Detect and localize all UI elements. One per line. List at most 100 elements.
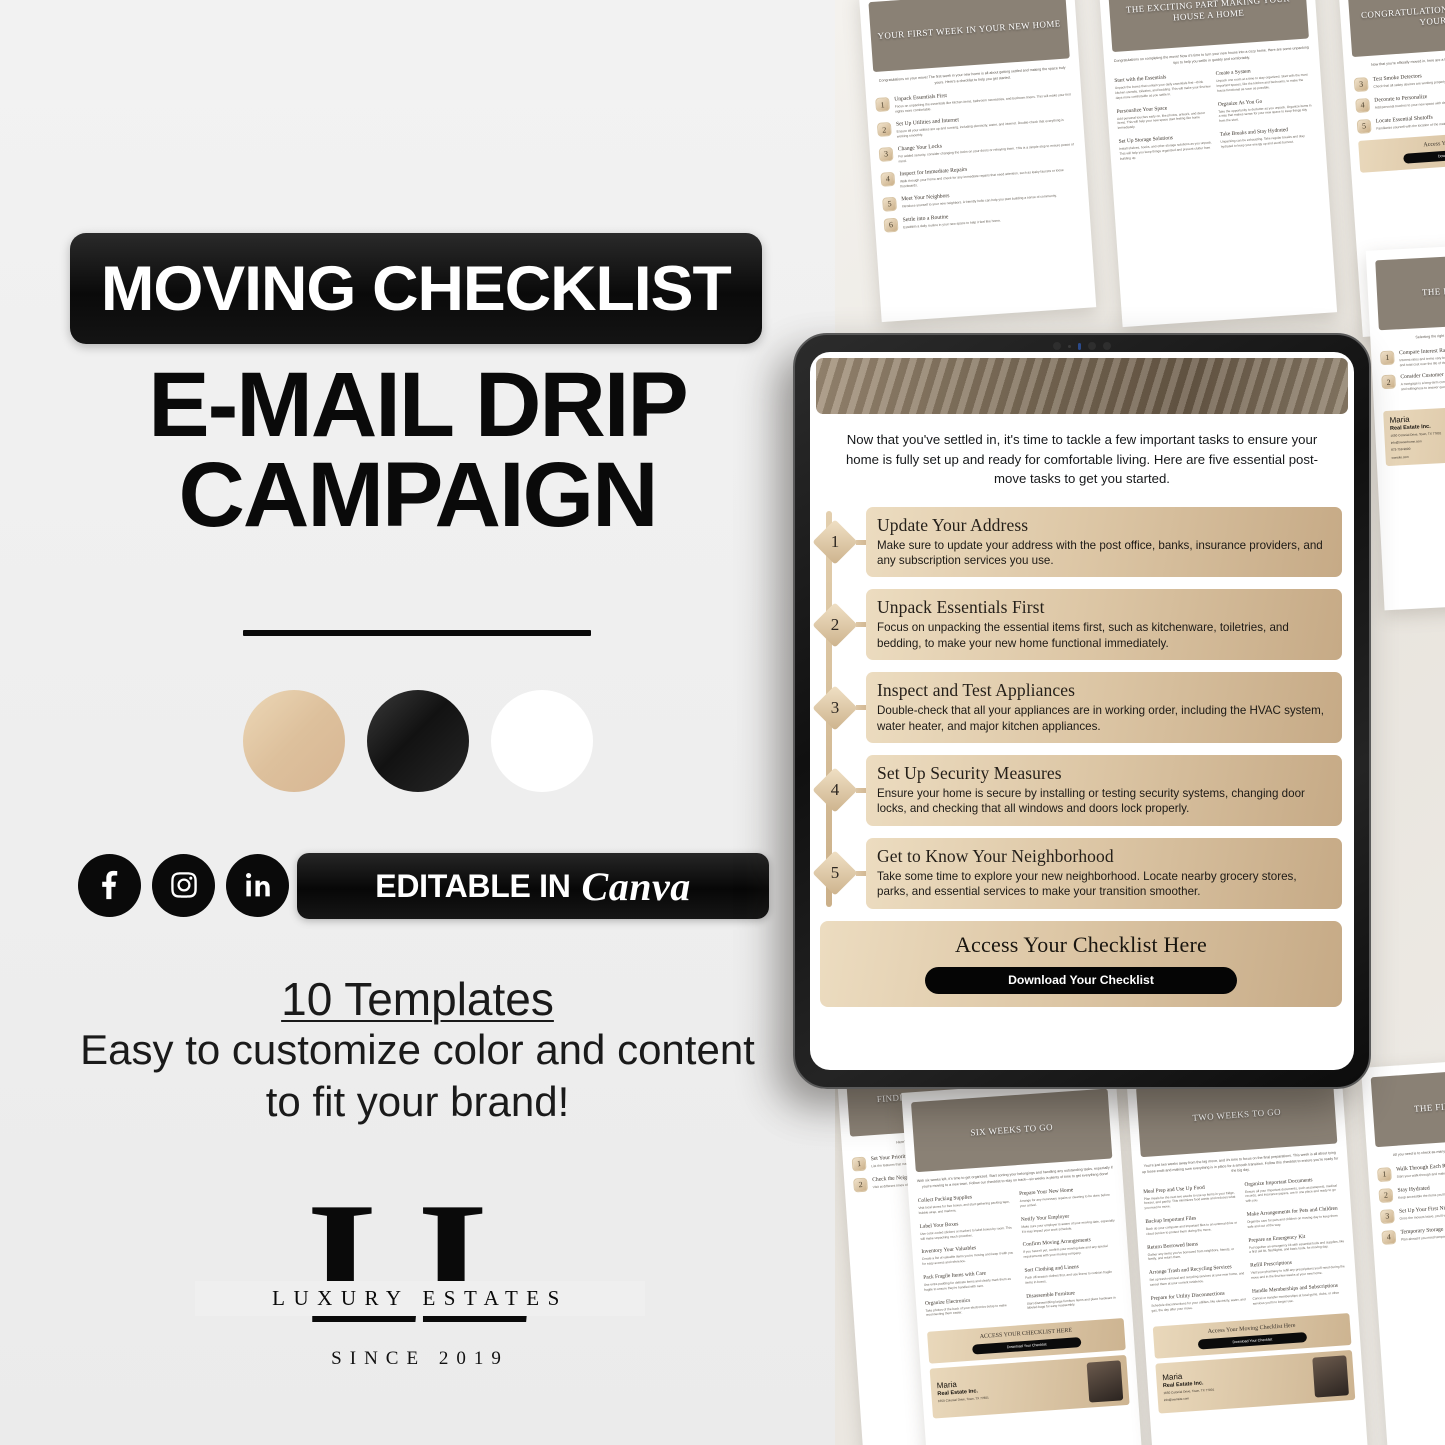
tablet-mockup: Now that you've settled in, it's time to…: [793, 333, 1371, 1089]
step-number: 2: [830, 614, 840, 634]
sheet-cell: Create a System Unpack one room at a time…: [1216, 64, 1313, 93]
sheet-row-number: 4: [880, 171, 896, 187]
sheet-cell: Take Breaks and Stay Hydrated Unpacking c…: [1220, 125, 1316, 149]
tablet-camera-array: [1053, 342, 1111, 350]
social-icons: [78, 852, 289, 918]
checklist-item: 2 Unpack Essentials First Focus on unpac…: [812, 589, 1342, 661]
sheet-row-number: 1: [1379, 350, 1395, 365]
step-number-diamond: 4: [812, 767, 858, 814]
sheet-cell: Refill Prescriptions Visit your pharmacy …: [1250, 1256, 1346, 1280]
step-number: 4: [830, 780, 840, 800]
linkedin-icon[interactable]: [226, 853, 289, 917]
facebook-icon[interactable]: [78, 853, 141, 917]
email-cta-title: Access Your Checklist Here: [954, 931, 1208, 957]
sheet-row-number: 3: [1353, 76, 1369, 92]
sheet-cta-button[interactable]: Download Your Checklist: [971, 1337, 1082, 1355]
sheet-columns: Collect Packing Supplies Visit local stor…: [918, 1184, 1123, 1325]
sheet-hero-title: YOUR FIRST WEEK IN YOUR NEW HOME: [877, 18, 1061, 42]
collage-sheet: YOUR FIRST WEEK IN YOUR NEW HOME Congrat…: [858, 0, 1097, 323]
sheet-cta-title: Access Your Checklist Here: [1423, 137, 1445, 148]
sheet-cell: Organize Important Documents Ensure all y…: [1244, 1175, 1341, 1204]
collage-sheet: SIX WEEKS TO GO With six weeks left, it'…: [901, 1077, 1144, 1445]
color-swatch-tan: [243, 690, 345, 792]
left-panel: MOVING CHECKLIST E-MAIL DRIP CAMPAIGN ED…: [0, 0, 835, 1445]
sheet-row-number: 5: [882, 196, 898, 212]
sheet-cta: Access Your Checklist Here Download Your…: [1358, 126, 1445, 173]
sheet-hero-title: THE RIGHT MORTGAGE: [1421, 282, 1445, 298]
instagram-icon[interactable]: [152, 853, 215, 917]
color-swatch-black: [367, 690, 469, 792]
sheet-cell: Meal Prep and Use Up Food Plan meals for …: [1143, 1182, 1240, 1211]
camera-lens-icon: [1103, 342, 1111, 350]
checklist-item: 3 Inspect and Test Appliances Double-che…: [812, 672, 1342, 744]
page-title: E-MAIL DRIP CAMPAIGN: [60, 359, 775, 547]
step-number-diamond: 5: [812, 850, 858, 896]
download-checklist-button[interactable]: Download Your Checklist: [925, 966, 1237, 994]
promo-subtitle: Easy to customize color and content to f…: [60, 1024, 775, 1127]
sheet-row-number: 2: [853, 1177, 868, 1193]
sheet-hero-image: THE FINAL COUNTDOWN: [1370, 1063, 1445, 1148]
sheet-cell: Handle Memberships and Subscriptions Canc…: [1252, 1282, 1348, 1306]
checklist-body: Make sure to update your address with th…: [877, 538, 1323, 567]
divider: [243, 630, 591, 636]
sheet-cell: Make Arrangements for Pets and Children O…: [1246, 1205, 1342, 1229]
tablet-screen: Now that you've settled in, it's time to…: [810, 352, 1354, 1070]
sheet-cell: Collect Packing Supplies Visit local stor…: [918, 1192, 1014, 1216]
collage-sheet: THE FINAL COUNTDOWN All you need is to c…: [1360, 1053, 1445, 1445]
sensor-dot-icon: [1068, 344, 1071, 348]
brand-logo: LL LUXURY ESTATES SINCE 2019: [195, 1176, 645, 1370]
sheet-cell: Organize Electronics Take photos of the b…: [925, 1294, 1021, 1318]
sheet-row-number: 3: [878, 146, 894, 162]
checklist-card: Unpack Essentials First Focus on unpacki…: [866, 589, 1342, 661]
checklist-card: Update Your Address Make sure to update …: [866, 506, 1342, 578]
step-number: 1: [830, 532, 840, 551]
sheet-cta-button[interactable]: Download Your Checklist: [1197, 1332, 1308, 1351]
badge-title: MOVING CHECKLIST: [101, 253, 732, 324]
camera-lens-icon: [1088, 342, 1096, 350]
sheet-hero-image: YOUR FIRST WEEK IN YOUR NEW HOME: [868, 0, 1070, 73]
sheet-row-number: 4: [1381, 1229, 1397, 1245]
color-swatches: [243, 690, 593, 792]
sheet-cell: Organize As You Go Take the opportunity t…: [1218, 95, 1315, 124]
checklist-body: Ensure your home is secure by installing…: [877, 787, 1305, 816]
sheet-agent-card: Maria Real Estate Inc. 1650 Colonial Dri…: [929, 1355, 1130, 1419]
email-cta-block: Access Your Checklist Here Download Your…: [820, 920, 1342, 1007]
collage-sheet: TWO WEEKS TO GO You're just two weeks aw…: [1126, 1062, 1369, 1445]
sheet-cell: Sort Clothing and Linens Pack off-season …: [1024, 1261, 1120, 1285]
sheet-hero-title: THE EXCITING PART MAKING YOUR HOUSE A HO…: [1125, 0, 1291, 23]
sheet-cell: Pack Fragile Items with Care Use extra pa…: [923, 1268, 1019, 1292]
checklist-card: Get to Know Your Neighborhood Take some …: [866, 837, 1342, 909]
sheet-rows: 3 Test Smoke Detectors Check that all safe…: [1353, 64, 1445, 134]
promo-subtitle-line-1: Easy to customize color and content: [80, 1026, 755, 1073]
sheet-cell: Backup Important Files Back up your compu…: [1145, 1212, 1241, 1236]
sheet-row: 2Consider Customer Service and SupportA …: [1381, 365, 1445, 393]
sheet-agent-card: Maria Real Estate Inc. 1650 Colonial Dri…: [1155, 1350, 1356, 1414]
sheet-agent-card: Maria Real Estate Inc. 1650 Colonial Dri…: [1383, 400, 1445, 466]
canva-wordmark: Canva: [581, 863, 691, 909]
checklist: 1 Update Your Address Make sure to updat…: [812, 506, 1342, 909]
sheet-cell: Prepare for Utility Disconnections Schedu…: [1151, 1289, 1247, 1313]
checklist-title: Inspect and Test Appliances: [877, 680, 1075, 701]
sheet-row-number: 3: [1379, 1208, 1395, 1224]
checklist-body: Double-check that all your appliances ar…: [877, 704, 1325, 733]
sheet-row-number: 1: [851, 1156, 867, 1172]
sheet-cell: Personalize Your Space Add personal touch…: [1116, 102, 1213, 131]
sheet-hero-title: CONGRATULATIONS ON COMPLETING YOUR MOVE: [1360, 0, 1445, 28]
sheet-row-number: 1: [1376, 1166, 1392, 1182]
step-number-diamond: 1: [812, 519, 858, 565]
templates-count-text: 10 Templates: [281, 973, 554, 1025]
checklist-card: Inspect and Test Appliances Double-check…: [866, 672, 1342, 744]
title-badge: MOVING CHECKLIST: [70, 233, 762, 344]
canva-badge-prefix: EDITABLE IN: [375, 867, 571, 904]
sheet-row-title: Consider Customer Service and Support: [1400, 370, 1445, 381]
sheet-row-number: 6: [883, 217, 899, 233]
promo-subtitle-line-2: to fit your brand!: [265, 1077, 570, 1125]
sheet-hero-title: THE FINAL COUNTDOWN: [1413, 1096, 1445, 1114]
sheet-row-number: 2: [1381, 374, 1396, 390]
step-connector: [856, 539, 866, 545]
sheet-rows: 1 Walk Through Each Room Start your walk-t…: [1376, 1154, 1445, 1245]
step-connector: [856, 622, 866, 628]
headline-line-2: CAMPAIGN: [178, 444, 658, 547]
agent-name: Maria: [1389, 414, 1410, 425]
camera-lens-icon: [1053, 342, 1061, 350]
